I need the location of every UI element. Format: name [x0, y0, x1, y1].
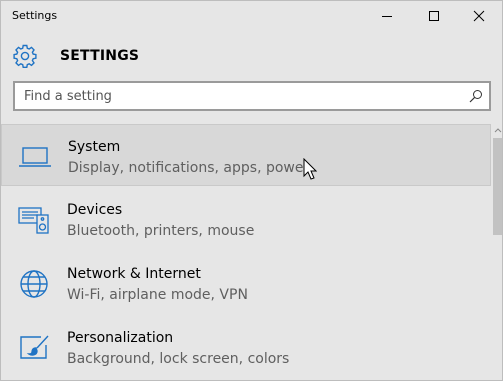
close-icon	[473, 10, 485, 22]
mouse-cursor-icon	[303, 158, 317, 180]
category-label: System	[68, 139, 121, 155]
category-description: Display, notifications, apps, power	[68, 160, 310, 176]
category-label: Personalization	[67, 330, 174, 346]
settings-category-list: System Display, notifications, apps, pow…	[1, 124, 491, 380]
category-description: Background, lock screen, colors	[67, 351, 290, 367]
search-input[interactable]	[15, 83, 455, 109]
category-description: Wi-Fi, airplane mode, VPN	[67, 287, 248, 303]
search-box[interactable]	[13, 81, 491, 111]
category-network-internet[interactable]: Network & Internet Wi-Fi, airplane mode,…	[1, 252, 491, 314]
gear-icon	[13, 44, 37, 68]
search-icon[interactable]	[468, 88, 484, 104]
globe-icon	[20, 270, 48, 298]
devices-icon	[18, 207, 49, 234]
category-devices[interactable]: Devices Bluetooth, printers, mouse	[1, 188, 491, 250]
category-description: Bluetooth, printers, mouse	[67, 223, 255, 239]
category-system[interactable]: System Display, notifications, apps, pow…	[1, 124, 491, 186]
maximize-button[interactable]	[411, 1, 457, 31]
category-label: Network & Internet	[67, 266, 201, 282]
close-button[interactable]	[456, 1, 502, 31]
page-title: SETTINGS	[60, 48, 140, 64]
scrollbar-thumb[interactable]	[493, 138, 502, 235]
category-personalization[interactable]: Personalization Background, lock screen,…	[1, 316, 491, 378]
scroll-up-arrow-icon[interactable]	[492, 124, 503, 136]
category-label: Devices	[67, 202, 123, 218]
laptop-icon	[19, 147, 51, 167]
title-bar: Settings	[1, 1, 502, 31]
paint-icon	[20, 335, 49, 359]
settings-window: Settings SETTINGS Find a setting System …	[0, 0, 503, 381]
minimize-button[interactable]	[364, 1, 410, 31]
minimize-icon	[382, 16, 392, 17]
maximize-icon	[429, 11, 439, 21]
window-title: Settings	[12, 9, 58, 22]
